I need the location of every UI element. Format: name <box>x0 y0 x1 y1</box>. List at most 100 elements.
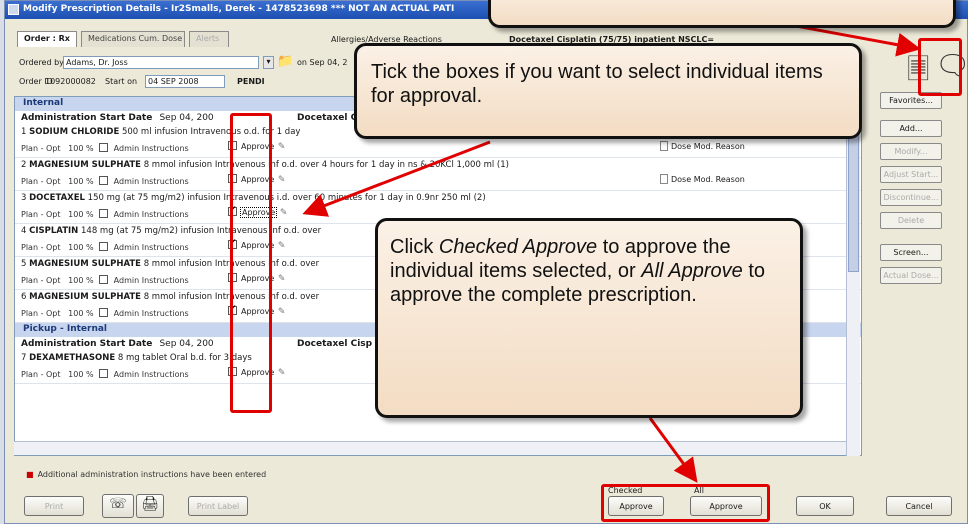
item-name: CISPLATIN <box>29 226 79 236</box>
item-number: 1 <box>21 127 27 137</box>
approve-callout: Click Checked Approve to approve the ind… <box>375 218 803 418</box>
plan-percent: 100 % <box>68 309 94 318</box>
item-name: DOCETAXEL <box>29 193 85 203</box>
dose-mod-icon <box>660 141 668 151</box>
discontinue-button[interactable]: Discontinue... <box>880 189 942 206</box>
tab-order-rx[interactable]: Order : Rx <box>17 31 77 47</box>
tick-callout: Tick the boxes if you want to select ind… <box>354 43 862 139</box>
admin-instructions-label: Admin Instructions <box>113 210 189 219</box>
print-label-button[interactable]: Print Label <box>188 496 248 516</box>
plan-checkbox[interactable] <box>99 369 109 378</box>
admin-instructions-label: Admin Instructions <box>113 370 189 379</box>
admin-instructions-label: Admin Instructions <box>113 309 189 318</box>
item-number: 4 <box>21 226 27 236</box>
start-on-field[interactable]: 04 SEP 2008 <box>145 75 225 88</box>
plan-percent: 100 % <box>68 243 94 252</box>
admin-start-label: Administration Start Date <box>21 113 153 123</box>
item-name: MAGNESIUM SULPHATE <box>29 292 141 302</box>
item-number: 7 <box>21 353 27 363</box>
pencil-icon[interactable]: ✎ <box>280 208 288 218</box>
dose-mod-icon <box>660 174 668 184</box>
admin-start-date: Sep 04, 200 <box>159 113 214 123</box>
approve-callout-em-1: Checked Approve <box>438 236 598 258</box>
footnote-text: Additional administration instructions h… <box>37 470 267 479</box>
pencil-icon[interactable]: ✎ <box>278 142 286 152</box>
ordered-by-dropdown[interactable]: ▾ <box>263 56 274 69</box>
order-status: PENDI <box>237 77 265 86</box>
approve-callout-text-1: Click <box>390 236 439 258</box>
admin-instructions-label: Admin Instructions <box>113 243 189 252</box>
add-button[interactable]: Add... <box>880 120 942 137</box>
item-number: 5 <box>21 259 27 269</box>
tick-callout-text: Tick the boxes if you want to select ind… <box>371 61 823 107</box>
pencil-icon[interactable]: ✎ <box>278 175 286 185</box>
item-detail: 150 mg (at 75 mg/m2) infusion Intravenou… <box>87 193 486 203</box>
item-name: DEXAMETHASONE <box>29 353 116 363</box>
list-item[interactable]: 2 MAGNESIUM SULPHATE 8 mmol infusion Int… <box>15 158 861 191</box>
plan-checkbox[interactable] <box>99 209 109 218</box>
admin-regimen: Docetaxel Cisp <box>297 339 373 349</box>
item-detail: 500 ml infusion Intravenous o.d. for 1 d… <box>121 127 301 137</box>
footnote-marker-icon: ■ <box>26 470 34 479</box>
approve-checkboxes-highlight <box>230 113 272 413</box>
print-button[interactable]: Print <box>24 496 84 516</box>
plan-checkbox[interactable] <box>99 308 109 317</box>
window-title: Modify Prescription Details - Ir2Smalls,… <box>23 4 455 14</box>
item-number: 2 <box>21 160 27 170</box>
admin-start-date: Sep 04, 200 <box>159 339 214 349</box>
ok-button[interactable]: OK <box>796 496 854 516</box>
admin-instructions-label: Admin Instructions <box>113 177 189 186</box>
ordered-by-label: Ordered by <box>19 58 64 67</box>
item-name: SODIUM CHLORIDE <box>29 127 120 137</box>
item-name: MAGNESIUM SULPHATE <box>29 259 141 269</box>
top-callout-box <box>488 0 956 28</box>
ordered-by-field[interactable]: Adams, Dr. Joss <box>63 56 259 69</box>
adjust-start-button[interactable]: Adjust Start... <box>880 166 942 183</box>
start-on-label: Start on <box>105 77 138 86</box>
plan-checkbox[interactable] <box>99 176 109 185</box>
plan-percent: 100 % <box>68 210 94 219</box>
modify-button[interactable]: Modify... <box>880 143 942 160</box>
phone-icon[interactable]: ☏ <box>102 494 134 518</box>
item-detail: 8 mmol infusion Intravenous inf o.d. ove… <box>143 160 509 170</box>
actual-dose-button[interactable]: Actual Dose... <box>880 267 942 284</box>
delete-button[interactable]: Delete <box>880 212 942 229</box>
approve-buttons-highlight <box>601 484 770 522</box>
screen-button[interactable]: Screen... <box>880 244 942 261</box>
plan-prefix: Plan - Opt <box>21 309 61 318</box>
folder-icon[interactable]: 📁 <box>277 54 293 69</box>
pencil-icon[interactable]: ✎ <box>278 274 286 284</box>
dose-mod-label: Dose Mod. Reason <box>671 142 745 151</box>
plan-percent: 100 % <box>68 144 94 153</box>
item-name: MAGNESIUM SULPHATE <box>29 160 141 170</box>
order-id-value: 1092000082 <box>45 77 96 86</box>
ordered-on-date: on Sep 04, 2 <box>297 58 348 67</box>
item-number: 3 <box>21 193 27 203</box>
list-vertical-scrollbar[interactable] <box>846 96 860 456</box>
plan-checkbox[interactable] <box>99 242 109 251</box>
cancel-button[interactable]: Cancel <box>886 496 952 516</box>
pencil-icon[interactable]: ✎ <box>278 241 286 251</box>
printer-icon[interactable]: 🖨 <box>136 494 164 518</box>
plan-percent: 100 % <box>68 370 94 379</box>
item-number: 6 <box>21 292 27 302</box>
footnote: ■ Additional administration instructions … <box>26 470 266 479</box>
pencil-icon[interactable]: ✎ <box>278 368 286 378</box>
admin-start-label: Administration Start Date <box>21 339 153 349</box>
plan-checkbox[interactable] <box>99 143 109 152</box>
admin-instructions-label: Admin Instructions <box>113 276 189 285</box>
plan-percent: 100 % <box>68 177 94 186</box>
plan-prefix: Plan - Opt <box>21 243 61 252</box>
item-detail: 148 mg (at 75 mg/m2) infusion Intravenou… <box>81 226 322 236</box>
list-horizontal-scrollbar[interactable] <box>14 441 846 455</box>
app-icon <box>8 4 19 15</box>
plan-prefix: Plan - Opt <box>21 370 61 379</box>
pencil-icon[interactable]: ✎ <box>278 307 286 317</box>
tab-medications-cum-dose[interactable]: Medications Cum. Dose <box>81 31 185 47</box>
plan-percent: 100 % <box>68 276 94 285</box>
tab-alerts[interactable]: Alerts <box>189 31 229 47</box>
plan-prefix: Plan - Opt <box>21 144 61 153</box>
plan-checkbox[interactable] <box>99 275 109 284</box>
plan-prefix: Plan - Opt <box>21 210 61 219</box>
plan-prefix: Plan - Opt <box>21 177 61 186</box>
